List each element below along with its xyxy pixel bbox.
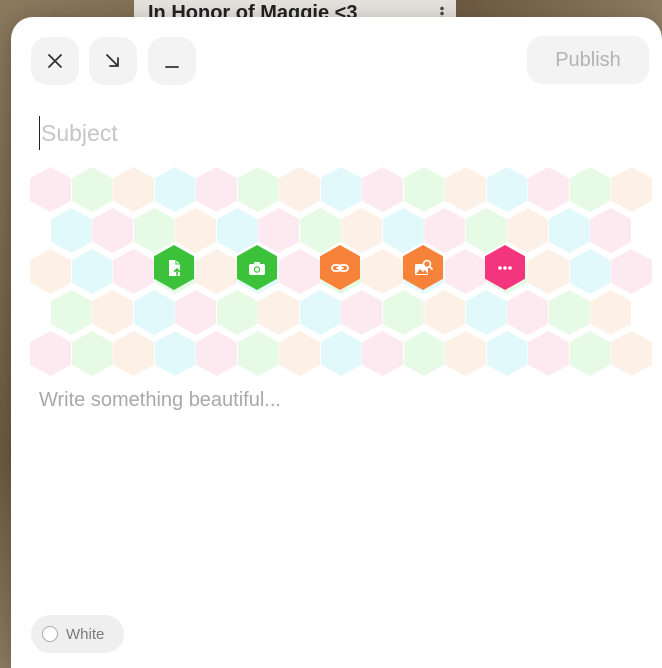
- theme-swatch: [42, 626, 58, 642]
- compose-modal: Publish White: [11, 17, 662, 668]
- image-search-icon: [415, 259, 433, 275]
- hex-cell: [611, 167, 652, 212]
- hex-cell: [71, 331, 113, 376]
- hex-cell: [403, 167, 445, 212]
- hex-cell: [50, 290, 92, 335]
- hex-cell: [71, 249, 113, 294]
- hex-cell: [528, 249, 569, 294]
- hex-cell: [569, 167, 611, 212]
- hex-cell: [486, 331, 528, 376]
- hex-cell: [30, 249, 71, 294]
- hex-cell: [113, 331, 154, 376]
- collapse-button[interactable]: [148, 37, 196, 85]
- hex-cell: [237, 167, 279, 212]
- hex-cell: [50, 208, 92, 253]
- theme-selector-button[interactable]: White: [31, 615, 124, 653]
- hex-cell: [258, 290, 300, 335]
- hex-cell: [154, 331, 196, 376]
- minimize-button[interactable]: [89, 37, 137, 85]
- hex-cell: [465, 290, 507, 335]
- more-button[interactable]: [485, 245, 525, 290]
- subject-input[interactable]: [39, 116, 621, 150]
- hex-cell: [445, 167, 486, 212]
- hex-cell: [113, 167, 154, 212]
- hex-cell: [216, 290, 258, 335]
- hex-cell: [445, 249, 486, 294]
- hex-cell: [279, 249, 320, 294]
- hex-cell: [237, 331, 279, 376]
- hex-cell: [320, 167, 362, 212]
- hex-cell: [424, 290, 466, 335]
- hex-cell: [341, 290, 383, 335]
- hex-cell: [175, 208, 217, 253]
- hex-cell: [196, 249, 237, 294]
- hex-cell: [590, 290, 632, 335]
- camera-icon: [249, 261, 265, 275]
- hex-cell: [528, 167, 569, 212]
- hex-cell: [465, 208, 507, 253]
- camera-button[interactable]: [237, 245, 277, 290]
- hex-cell: [71, 167, 113, 212]
- hex-cell: [299, 208, 341, 253]
- hex-cell: [569, 331, 611, 376]
- hex-cell: [382, 208, 424, 253]
- hex-cell: [362, 331, 403, 376]
- hex-cell: [299, 290, 341, 335]
- hex-cell: [92, 290, 134, 335]
- hex-cell: [341, 208, 383, 253]
- image-search-button[interactable]: [403, 245, 443, 290]
- hex-cell: [279, 331, 320, 376]
- hex-cell: [279, 167, 320, 212]
- hex-cell: [258, 208, 300, 253]
- hex-cell: [154, 167, 196, 212]
- hex-cell: [92, 208, 134, 253]
- hex-cell: [196, 331, 237, 376]
- hex-cell: [362, 249, 403, 294]
- hex-cell: [445, 331, 486, 376]
- more-icon: [498, 265, 512, 270]
- close-icon: [48, 54, 62, 68]
- hex-cell: [362, 167, 403, 212]
- hex-cell: [611, 331, 652, 376]
- hex-cell: [133, 290, 175, 335]
- file-upload-button[interactable]: [154, 245, 194, 290]
- hex-cell: [196, 167, 237, 212]
- hex-cell: [548, 208, 590, 253]
- hex-cell: [403, 331, 445, 376]
- body-textarea[interactable]: [39, 389, 629, 609]
- hex-cell: [548, 290, 590, 335]
- hex-cell: [507, 290, 549, 335]
- hex-cell: [133, 208, 175, 253]
- theme-label: White: [66, 625, 105, 643]
- hex-cell: [30, 167, 71, 212]
- hex-cell: [528, 331, 569, 376]
- hex-cell: [424, 208, 466, 253]
- hex-cell: [569, 249, 611, 294]
- hex-cell: [382, 290, 424, 335]
- hex-cell: [30, 331, 71, 376]
- hex-cell: [590, 208, 632, 253]
- link-icon: [331, 263, 349, 272]
- hex-cell: [486, 167, 528, 212]
- hex-cell: [507, 208, 549, 253]
- link-button[interactable]: [320, 245, 360, 290]
- hex-cell: [216, 208, 258, 253]
- close-button[interactable]: [31, 37, 79, 85]
- hex-cell: [175, 290, 217, 335]
- file-upload-icon: [169, 259, 181, 276]
- hex-cell: [611, 249, 652, 294]
- hex-cell: [320, 331, 362, 376]
- publish-button[interactable]: Publish: [527, 36, 649, 84]
- hex-cell: [113, 249, 154, 294]
- arrow-down-right-icon: [106, 54, 119, 67]
- minus-icon: [165, 66, 179, 68]
